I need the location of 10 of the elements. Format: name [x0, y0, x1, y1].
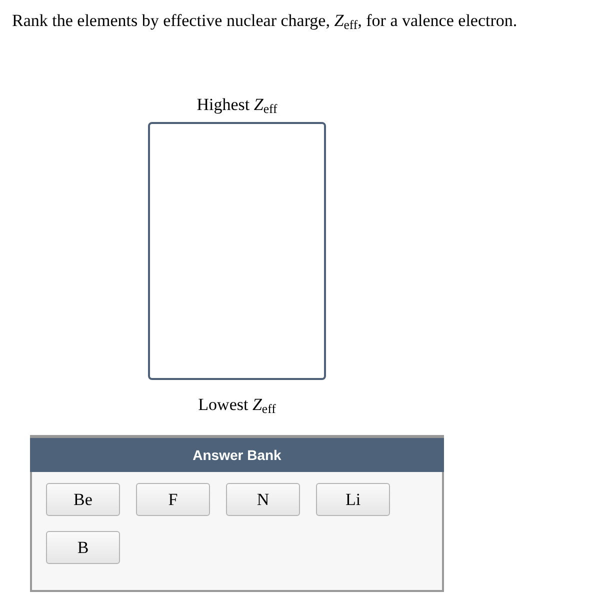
ranking-drop-zone[interactable] [148, 122, 326, 380]
answer-tile[interactable]: Be [46, 483, 120, 516]
highest-label: Highest Z$_{eff}$ [196, 94, 278, 116]
answer-tile[interactable]: B [46, 531, 120, 564]
answer-tile[interactable]: N [226, 483, 300, 516]
question-text: Rank the elements by effective nuclear charge, Z$_{eff}$, for a valence electron. [12, 10, 518, 32]
answer-bank-title: Answer Bank [30, 435, 444, 472]
answer-tile[interactable]: Li [316, 483, 390, 516]
lowest-label: Lowest Z$_{eff}$ [198, 394, 276, 416]
answer-tile[interactable]: F [136, 483, 210, 516]
